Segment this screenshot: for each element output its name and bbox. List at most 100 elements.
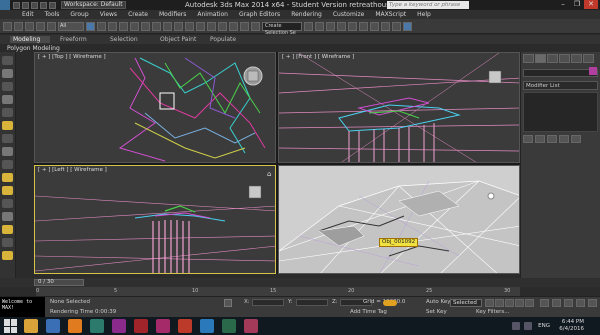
- menu-help[interactable]: Help: [417, 11, 431, 18]
- app-logo-icon[interactable]: [0, 0, 10, 10]
- render-production-icon[interactable]: [403, 21, 412, 31]
- polygon-modeling-label[interactable]: Polygon Modeling: [7, 45, 60, 52]
- zoom-icon[interactable]: [540, 299, 549, 307]
- clock[interactable]: 6:44 PM 6/4/2016: [559, 319, 584, 333]
- taskbar-app-autocad-icon[interactable]: [222, 319, 236, 333]
- motion-tab-icon[interactable]: [559, 54, 570, 63]
- y-coordinate-field[interactable]: [296, 299, 328, 306]
- star-icon[interactable]: [2, 173, 13, 182]
- render-setup-icon[interactable]: [381, 21, 390, 31]
- windows-start-icon[interactable]: [4, 319, 18, 333]
- paint-icon[interactable]: [2, 225, 13, 234]
- configure-modifier-sets-icon[interactable]: [571, 135, 581, 143]
- play-icon[interactable]: [505, 299, 514, 307]
- rendered-frame-window-icon[interactable]: [392, 21, 401, 31]
- menu-views[interactable]: Views: [100, 11, 117, 18]
- cylinder-icon[interactable]: [2, 95, 13, 104]
- remove-modifier-icon[interactable]: [559, 135, 569, 143]
- viewport-perspective[interactable]: Obj_001092: [278, 165, 520, 274]
- close-button[interactable]: ✕: [584, 0, 598, 9]
- previous-frame-icon[interactable]: [495, 299, 504, 307]
- taskbar-app-illustrator-icon[interactable]: [68, 319, 82, 333]
- select-and-move-icon[interactable]: [130, 21, 139, 31]
- redo-icon[interactable]: [49, 1, 56, 9]
- select-and-rotate-icon[interactable]: [141, 21, 150, 31]
- light-bulb-icon[interactable]: [2, 121, 13, 130]
- menu-edit[interactable]: Edit: [22, 11, 34, 18]
- grid-icon[interactable]: [2, 238, 13, 247]
- keyword-search-input[interactable]: Type a keyword or phrase: [387, 1, 469, 9]
- tab-selection[interactable]: Selection: [110, 36, 150, 43]
- object-color-swatch[interactable]: [589, 67, 597, 75]
- align-icon[interactable]: [315, 21, 324, 31]
- pin-stack-icon[interactable]: [523, 135, 533, 143]
- menu-animation[interactable]: Animation: [197, 11, 228, 18]
- pivot-point-icon[interactable]: [174, 21, 183, 31]
- viewport-top-label[interactable]: [ + ] [Top ] [ Wireframe ]: [38, 54, 106, 60]
- select-manipulate-icon[interactable]: [185, 21, 194, 31]
- snaps-toggle-icon[interactable]: [207, 21, 216, 31]
- minimize-button[interactable]: –: [556, 0, 570, 9]
- workspace-dropdown[interactable]: Workspace: Default: [61, 1, 126, 9]
- systems-icon[interactable]: [2, 212, 13, 221]
- create-icon[interactable]: [2, 56, 13, 65]
- save-file-icon[interactable]: [31, 1, 38, 9]
- taskbar-app-chrome-icon[interactable]: [200, 319, 214, 333]
- display-tab-icon[interactable]: [571, 54, 582, 63]
- torus-icon[interactable]: [2, 108, 13, 117]
- next-frame-icon[interactable]: [515, 299, 524, 307]
- utilities-tab-icon[interactable]: [583, 54, 594, 63]
- taskbar-app-indesign-icon[interactable]: [134, 319, 148, 333]
- camera-icon[interactable]: [2, 134, 13, 143]
- redo-icon[interactable]: [14, 21, 23, 31]
- mirror-icon[interactable]: [304, 21, 313, 31]
- go-to-end-icon[interactable]: [525, 299, 534, 307]
- go-to-start-icon[interactable]: [485, 299, 494, 307]
- menu-rendering[interactable]: Rendering: [291, 11, 322, 18]
- tab-freeform[interactable]: Freeform: [60, 36, 100, 43]
- menu-create[interactable]: Create: [128, 11, 148, 18]
- bind-space-warp-icon[interactable]: [47, 21, 56, 31]
- add-time-tag[interactable]: Add Time Tag: [350, 309, 387, 315]
- edit-named-selection-icon[interactable]: [251, 21, 260, 31]
- reference-coordinate-icon[interactable]: [163, 21, 172, 31]
- select-by-name-icon[interactable]: [97, 21, 106, 31]
- percent-snap-icon[interactable]: [229, 21, 238, 31]
- shape-icon[interactable]: [2, 160, 13, 169]
- named-selection-dropdown[interactable]: Create Selection Se: [262, 21, 302, 36]
- viewport-front-label[interactable]: [ + ] [Front ] [ Wireframe ]: [282, 54, 354, 60]
- lock-selection-icon[interactable]: [224, 299, 232, 307]
- modifier-list-dropdown[interactable]: Modifier List: [523, 81, 598, 90]
- object-name-field[interactable]: [523, 69, 598, 77]
- maximize-viewport-icon[interactable]: [588, 299, 597, 307]
- menu-modifiers[interactable]: Modifiers: [159, 11, 186, 18]
- network-icon[interactable]: [512, 322, 520, 330]
- layer-manager-icon[interactable]: [326, 21, 335, 31]
- box-icon[interactable]: [2, 69, 13, 78]
- menu-group[interactable]: Group: [70, 11, 88, 18]
- pan-view-icon[interactable]: [564, 299, 573, 307]
- auto-key-button[interactable]: Auto Key: [426, 299, 451, 305]
- new-file-icon[interactable]: [13, 1, 20, 9]
- selection-filter-dropdown[interactable]: All: [58, 21, 84, 31]
- tab-populate[interactable]: Populate: [210, 36, 250, 43]
- create-tab-icon[interactable]: [523, 54, 534, 63]
- material-editor-icon[interactable]: [370, 21, 379, 31]
- make-unique-icon[interactable]: [547, 135, 557, 143]
- taskbar-app-acrobat-icon[interactable]: [156, 319, 170, 333]
- taskbar-app-3dsmax-icon[interactable]: [46, 319, 60, 333]
- window-crossing-icon[interactable]: [119, 21, 128, 31]
- taskbar-app-folder-icon[interactable]: [24, 319, 38, 333]
- brush-icon[interactable]: [2, 251, 13, 260]
- angle-snap-icon[interactable]: [218, 21, 227, 31]
- taskbar-app-revit-icon[interactable]: [244, 319, 258, 333]
- sun-icon[interactable]: [2, 186, 13, 195]
- taskbar-app-sketchup-icon[interactable]: [90, 319, 104, 333]
- show-end-result-icon[interactable]: [535, 135, 545, 143]
- rectangular-selection-icon[interactable]: [108, 21, 117, 31]
- graphite-toggle-icon[interactable]: [337, 21, 346, 31]
- schematic-view-icon[interactable]: [359, 21, 368, 31]
- key-icon[interactable]: [383, 300, 397, 306]
- time-slider[interactable]: 0 / 30: [0, 278, 600, 287]
- hierarchy-tab-icon[interactable]: [547, 54, 558, 63]
